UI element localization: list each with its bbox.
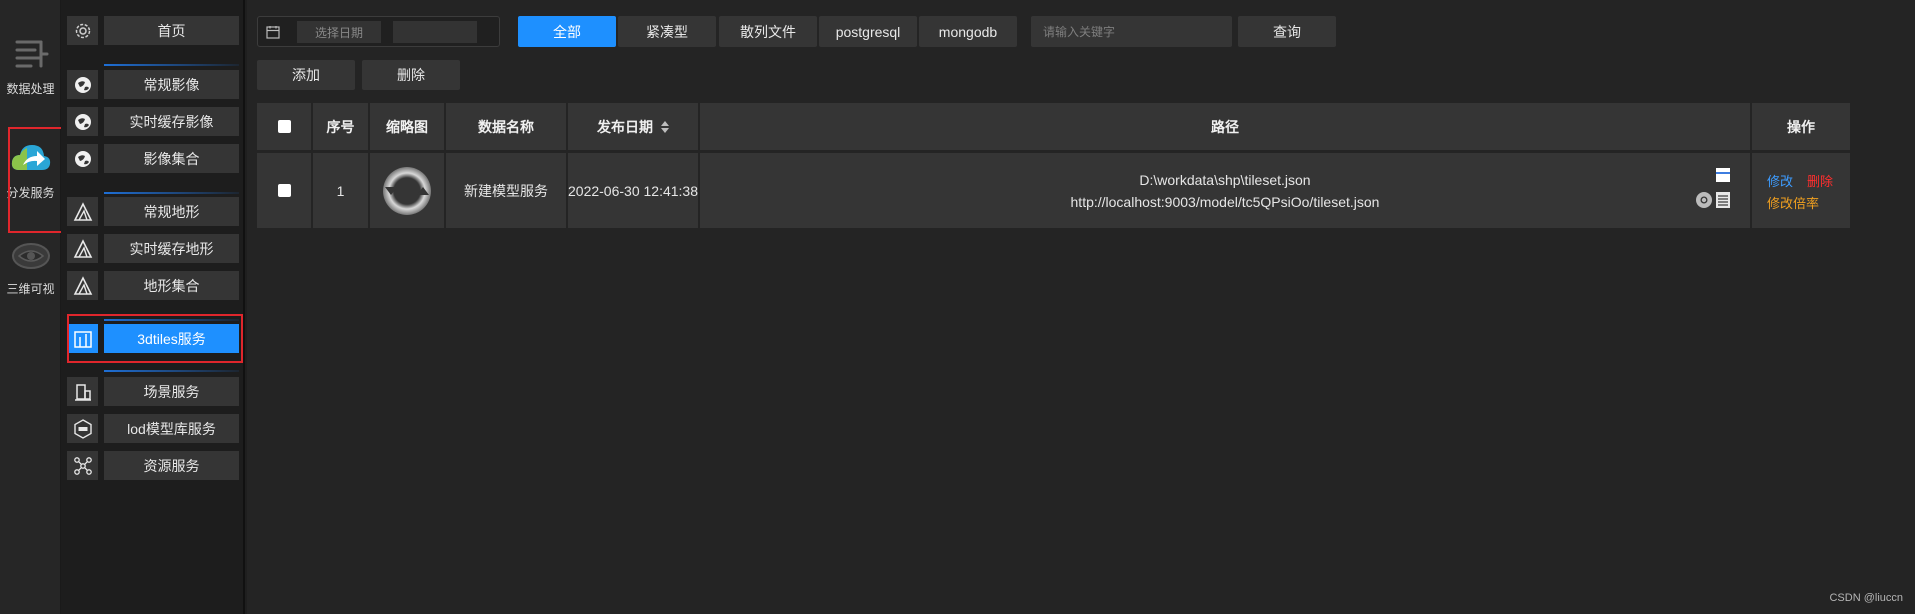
edit-rate-link[interactable]: 修改倍率 — [1767, 193, 1819, 212]
nav-item-scene[interactable]: 场景服务 — [67, 377, 239, 406]
nav-item-label: 实时缓存影像 — [104, 107, 239, 136]
select-all-checkbox[interactable] — [277, 120, 291, 133]
app-rail: 数据处理 分发服务 三维可视 — [0, 0, 61, 614]
query-button[interactable]: 查询 — [1238, 16, 1336, 47]
nav-item-label: lod模型库服务 — [104, 414, 239, 443]
nav-item-cached-terrain[interactable]: 实时缓存地形 — [67, 234, 239, 263]
row-date: 2022-06-30 12:41:38 — [568, 153, 698, 228]
column-header-actions: 操作 — [1752, 103, 1850, 150]
nav-item-label: 常规影像 — [104, 70, 239, 99]
data-process-icon — [15, 40, 48, 68]
nav-item-lod[interactable]: lod模型库服务 — [67, 414, 239, 443]
service-nav: 首页 常规影像 实时缓存影像 影像集合 常规地形 实时缓存地形 地形集合 3dt… — [61, 0, 245, 614]
nav-item-label: 首页 — [104, 16, 239, 45]
start-date-input[interactable]: 选择日期 — [297, 21, 381, 43]
mountain-icon — [73, 275, 92, 295]
filter-compact[interactable]: 紧凑型 — [618, 16, 716, 47]
nav-item-cached-imagery[interactable]: 实时缓存影像 — [67, 107, 239, 136]
filter-postgresql[interactable]: postgresql — [819, 16, 917, 47]
settings-icon — [75, 23, 90, 38]
nav-item-imagery[interactable]: 常规影像 — [67, 70, 239, 99]
nav-divider — [104, 192, 239, 194]
edit-link[interactable]: 修改 — [1767, 171, 1793, 190]
watermark: CSDN @liuccn — [1829, 592, 1903, 604]
highlight-box-rail — [8, 127, 64, 233]
globe-icon — [74, 113, 91, 130]
loading-spinner-icon — [383, 166, 431, 215]
lod-icon — [73, 418, 92, 439]
filter-mongodb[interactable]: mongodb — [919, 16, 1017, 47]
scene-icon — [74, 383, 91, 401]
globe-icon — [74, 76, 91, 93]
column-header-name: 数据名称 — [446, 103, 566, 150]
mountain-icon — [73, 238, 92, 258]
rail-item-label: 数据处理 — [6, 82, 55, 96]
nav-item-label: 场景服务 — [104, 377, 239, 406]
row-path: D:\workdata\shp\tileset.json http://loca… — [700, 153, 1750, 228]
row-thumbnail[interactable] — [370, 153, 444, 228]
nav-item-home[interactable]: 首页 — [67, 16, 239, 45]
row-actions: 修改 删除 修改倍率 — [1752, 153, 1850, 228]
sort-icon[interactable] — [661, 120, 669, 133]
document-icon[interactable] — [1715, 191, 1731, 209]
row-path-local: D:\workdata\shp\tileset.json — [1139, 171, 1311, 188]
rail-item-3d-view[interactable]: 三维可视 — [0, 238, 61, 297]
end-date-input[interactable] — [393, 21, 477, 43]
search-input[interactable] — [1031, 16, 1232, 47]
highlight-box-nav — [67, 314, 243, 363]
add-button[interactable]: 添加 — [257, 60, 355, 90]
nav-item-label: 资源服务 — [104, 451, 239, 480]
nav-item-terrain[interactable]: 常规地形 — [67, 197, 239, 226]
mountain-icon — [73, 201, 92, 221]
row-index: 1 — [313, 153, 368, 228]
nav-item-label: 常规地形 — [104, 197, 239, 226]
chrome-icon[interactable] — [1695, 191, 1713, 209]
row-path-url: http://localhost:9003/model/tc5QPsiOo/ti… — [1070, 193, 1380, 210]
nav-item-resource[interactable]: 资源服务 — [67, 451, 239, 480]
calendar-icon — [266, 26, 280, 39]
filter-all[interactable]: 全部 — [518, 16, 616, 47]
nav-divider — [104, 370, 239, 372]
nav-item-label: 影像集合 — [104, 144, 239, 173]
row-checkbox[interactable] — [277, 184, 291, 197]
row-select-cell — [257, 153, 311, 228]
network-icon — [73, 456, 92, 475]
column-header-index: 序号 — [313, 103, 368, 150]
filter-hash-files[interactable]: 散列文件 — [719, 16, 817, 47]
nav-divider — [104, 64, 239, 66]
column-header-date-label: 发布日期 — [597, 118, 653, 135]
select-all-cell — [257, 103, 311, 150]
delete-button[interactable]: 删除 — [362, 60, 460, 90]
nav-item-terrain-collection[interactable]: 地形集合 — [67, 271, 239, 300]
date-range-picker[interactable]: 选择日期 — [257, 16, 500, 47]
column-header-thumbnail: 缩略图 — [370, 103, 444, 150]
globe-icon — [74, 150, 91, 167]
nav-item-imagery-collection[interactable]: 影像集合 — [67, 144, 239, 173]
nav-item-label: 实时缓存地形 — [104, 234, 239, 263]
main-content: 选择日期 全部 紧凑型 散列文件 postgresql mongodb 查询 添… — [247, 0, 1915, 614]
column-header-path: 路径 — [700, 103, 1750, 150]
rail-item-data-process[interactable]: 数据处理 — [0, 34, 61, 97]
rail-item-label: 三维可视 — [6, 282, 55, 296]
nav-item-label: 地形集合 — [104, 271, 239, 300]
delete-link[interactable]: 删除 — [1807, 171, 1833, 190]
folder-icon[interactable] — [1715, 167, 1731, 183]
3d-view-icon — [11, 243, 50, 269]
column-header-date[interactable]: 发布日期 — [568, 103, 698, 150]
row-name: 新建模型服务 — [446, 153, 566, 228]
